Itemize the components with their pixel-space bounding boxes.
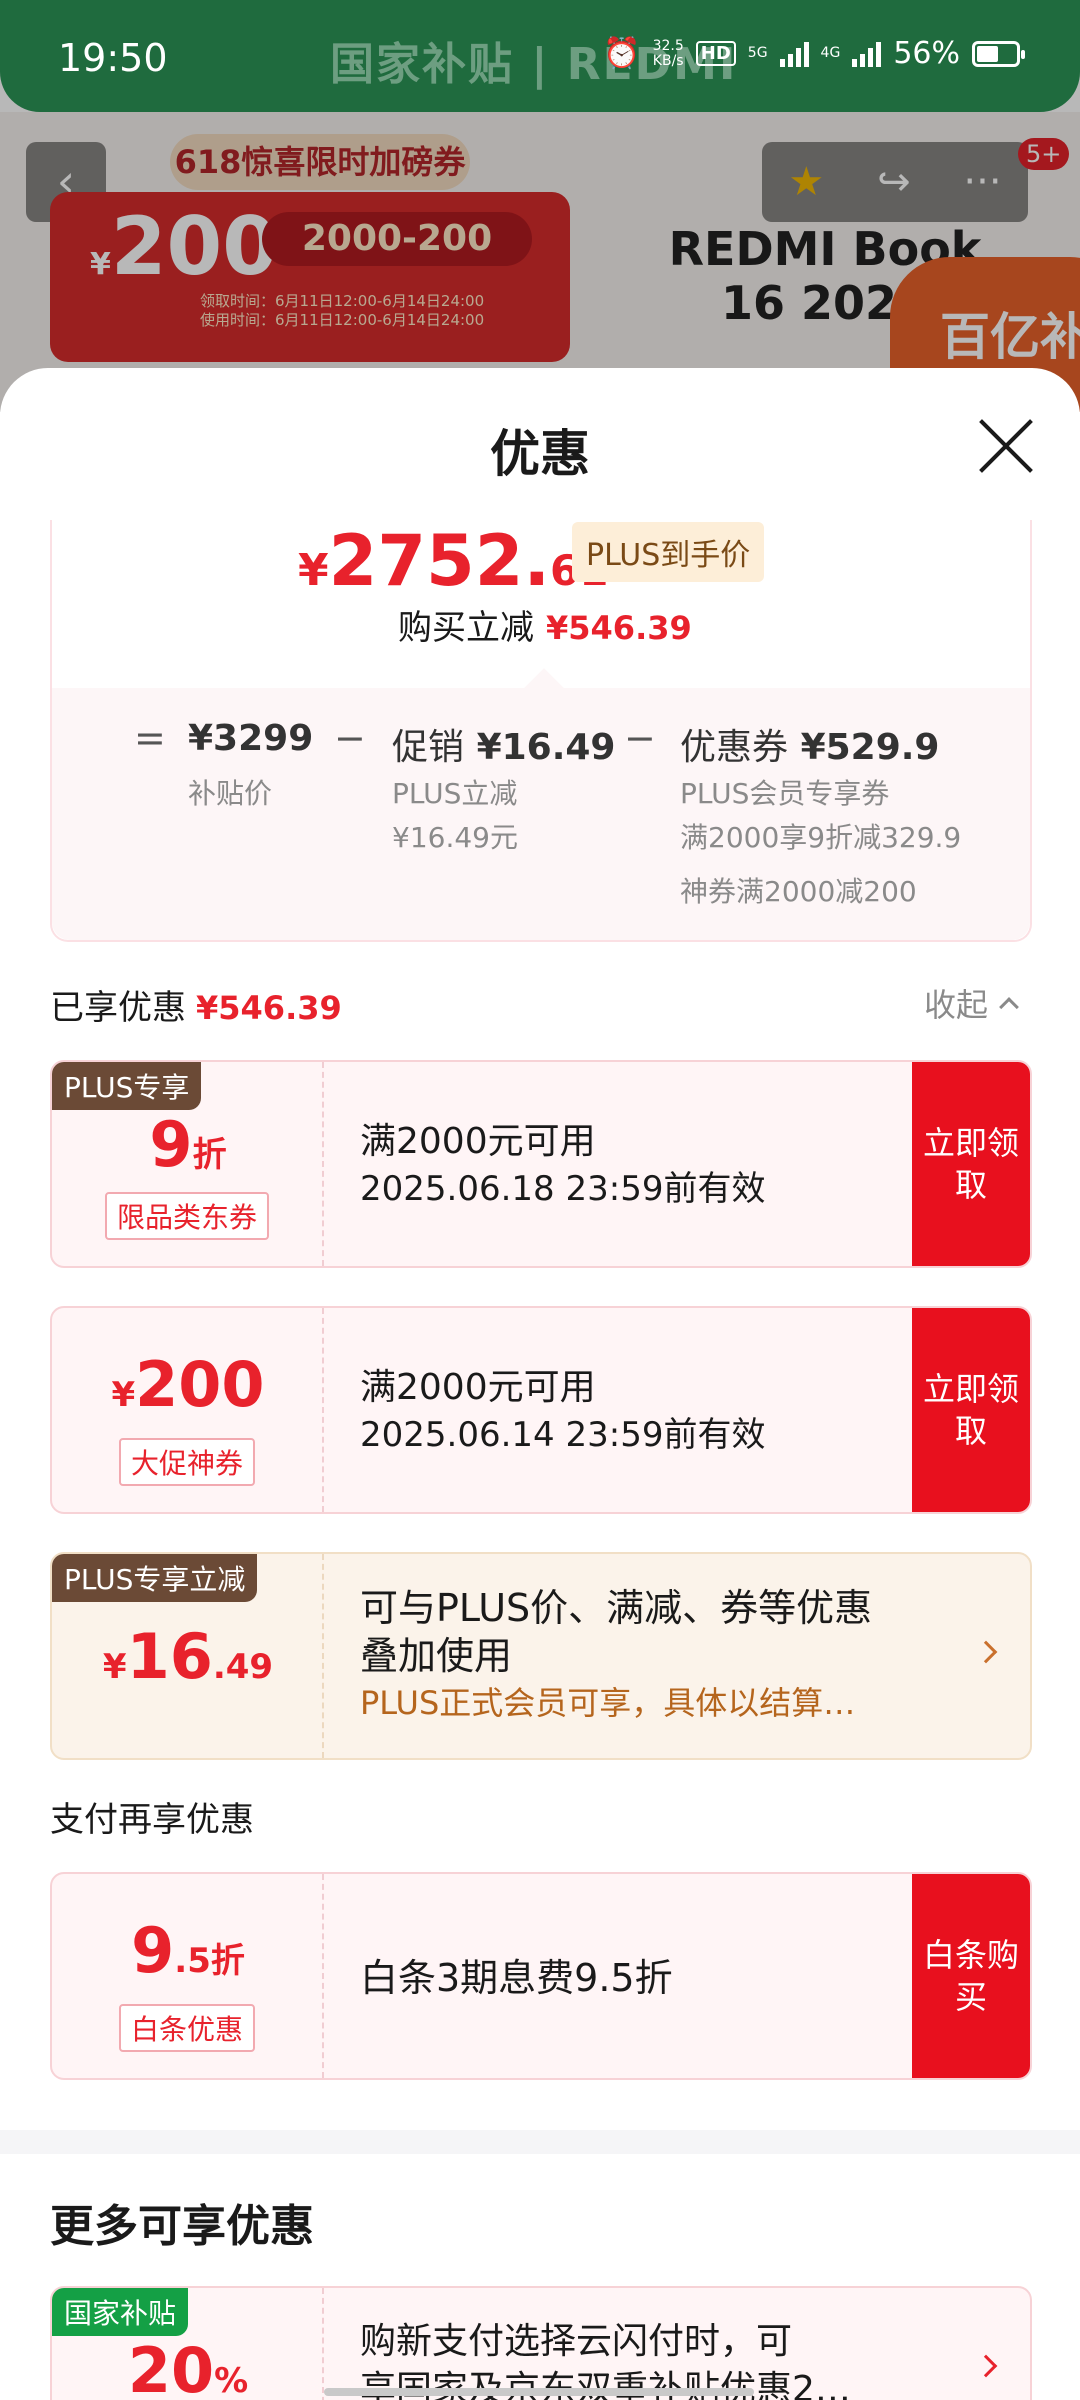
battery-icon xyxy=(972,40,1025,67)
net-speed: 32.5 KB/s xyxy=(652,37,684,69)
network-4g: 4G xyxy=(820,45,841,61)
signal-icon xyxy=(779,41,809,67)
chevron-right-icon[interactable] xyxy=(974,1640,998,1664)
coupon-value-area: PLUS专享 9折 限品类东券 xyxy=(52,1062,324,1266)
coupon-detail: PLUS会员专享券 满2000享9折减329.9 神券满2000减200 xyxy=(680,777,962,908)
home-indicator[interactable] xyxy=(324,2388,754,2396)
section-divider xyxy=(0,2130,1080,2154)
price-breakdown: = ¥3299 补贴价 − 促销 ¥16.49 PLUS立减 ¥16.49元 −… xyxy=(52,668,1030,940)
plus-instant-discount-card[interactable]: PLUS专享立减 ¥16.49 可与PLUS价、满减、券等优惠 叠加使用 PLU… xyxy=(50,1552,1032,1760)
coupon-terms: 满2000元可用 2025.06.14 23:59前有效 xyxy=(360,1367,766,1455)
instant-discount: 购买立减 ¥546.39 xyxy=(398,608,692,648)
plus-price-tag: PLUS到手价 xyxy=(572,522,765,582)
coupon-kind: 限品类东券 xyxy=(104,1192,270,1240)
breakdown-notch xyxy=(524,668,564,708)
signal-icon-2 xyxy=(852,41,882,67)
coupon-card-super[interactable]: ¥200 大促神券 满2000元可用 2025.06.14 23:59前有效 立… xyxy=(50,1306,1032,1514)
chevron-up-icon xyxy=(999,997,1019,1017)
baitiao-buy-button[interactable]: 白条购买 xyxy=(912,1874,1030,2078)
chevron-right-icon[interactable] xyxy=(974,2354,998,2378)
subsidy-price-label: 补贴价 xyxy=(188,777,273,810)
battery-percent: 56% xyxy=(893,36,960,71)
coupon-discount-value: 9折 xyxy=(149,1108,227,1181)
coupon-value-area: PLUS专享立减 ¥16.49 xyxy=(52,1554,324,1758)
coupon-amount: ¥16.49 xyxy=(102,1620,274,1693)
collapse-toggle[interactable]: 收起 xyxy=(924,980,1019,1026)
enjoyed-discount: 已享优惠 ¥546.39 xyxy=(50,988,342,1028)
status-bar: 19:50 国家补贴 | REDMI ⏰ 32.5 KB/s HD 5G 4G 5… xyxy=(0,0,1080,112)
sheet-title: 优惠 xyxy=(490,425,590,483)
claim-button[interactable]: 立即领取 xyxy=(912,1062,1030,1266)
more-discounts-title: 更多可享优惠 xyxy=(50,2201,314,2252)
coupon-terms: 满2000元可用 2025.06.18 23:59前有效 xyxy=(360,1121,766,1209)
close-icon[interactable] xyxy=(978,418,1034,474)
subsidy-price-value: ¥3299 xyxy=(188,718,314,759)
coupon-value: 优惠券 ¥529.9 xyxy=(680,727,940,768)
hd-icon: HD xyxy=(695,41,736,66)
coupon-tag: 国家补贴 xyxy=(52,2288,189,2336)
coupon-kind: 大促神券 xyxy=(118,1438,256,1486)
coupon-terms: 白条3期息费9.5折 xyxy=(360,1956,673,2000)
national-subsidy-card[interactable]: 国家补贴 20% 购新支付选择云闪付时，可 享国家及京东双重补贴优惠2… xyxy=(50,2286,1032,2400)
network-5g: 5G xyxy=(747,45,768,61)
status-time: 19:50 xyxy=(58,36,168,80)
coupon-value-area: 国家补贴 20% xyxy=(52,2288,324,2400)
minus-sign-2: − xyxy=(624,716,656,760)
coupon-card-plus[interactable]: PLUS专享 9折 限品类东券 满2000元可用 2025.06.18 23:5… xyxy=(50,1060,1032,1268)
promo-detail: PLUS立减 ¥16.49元 xyxy=(392,777,518,854)
payment-section-title: 支付再享优惠 xyxy=(50,1800,254,1840)
coupon-discount-value: 20% xyxy=(127,2334,249,2400)
baitiao-coupon-card[interactable]: 9.5折 白条优惠 白条3期息费9.5折 白条购买 xyxy=(50,1872,1032,2080)
battery-fill xyxy=(977,45,998,62)
coupon-tag: PLUS专享 xyxy=(52,1062,202,1110)
coupon-value-area: 9.5折 白条优惠 xyxy=(52,1874,324,2078)
status-icons: ⏰ 32.5 KB/s HD 5G 4G 56% xyxy=(603,36,1025,71)
coupon-value-area: ¥200 大促神券 xyxy=(52,1308,324,1512)
price-summary-card: ¥2752.61 PLUS到手价 购买立减¥546.39 = ¥3299 补贴价… xyxy=(50,520,1032,942)
coupon-amount: ¥200 xyxy=(111,1348,265,1421)
coupon-kind: 白条优惠 xyxy=(118,2004,256,2052)
equals-sign: = xyxy=(134,716,166,760)
minus-sign-1: − xyxy=(334,716,366,760)
coupon-tag: PLUS专享立减 xyxy=(52,1554,258,1602)
alarm-icon: ⏰ xyxy=(603,36,641,71)
claim-button[interactable]: 立即领取 xyxy=(912,1308,1030,1512)
final-price: ¥2752.61 xyxy=(298,520,609,602)
promo-value: 促销 ¥16.49 xyxy=(392,727,616,768)
discount-sheet: 优惠 ¥2752.61 PLUS到手价 购买立减¥546.39 = ¥3299 … xyxy=(0,368,1080,2400)
coupon-terms: 可与PLUS价、满减、券等优惠 叠加使用 PLUS正式会员可享，具体以结算… xyxy=(360,1586,873,1722)
coupon-discount-value: 9.5折 xyxy=(131,1914,245,1987)
screen: ‹ 618惊喜限时加磅券 ¥200 2000-200 领取时间：6月11日12:… xyxy=(0,0,1080,2400)
